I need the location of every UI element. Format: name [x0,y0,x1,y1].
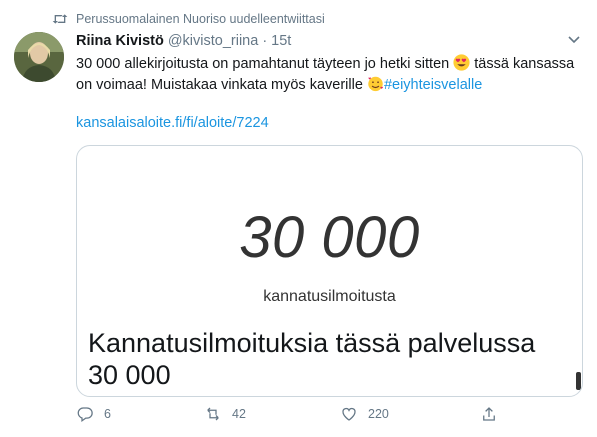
reply-button[interactable]: 6 [76,405,111,423]
avatar[interactable] [14,32,64,82]
tweet-time[interactable]: 15t [271,33,291,49]
separator: · [262,33,268,49]
reply-icon [77,407,93,422]
card-count-label: kannatusilmoitusta [263,288,396,305]
smiling-hearts-emoji-icon [367,75,384,92]
card-signature-count: 30 000 [239,205,420,270]
tweet-actions: 6 42 220 [76,405,581,427]
retweet-icon [207,407,219,421]
tweet-header: Riina Kivistö @kivisto_riina · 15t [76,33,291,49]
author-handle[interactable]: @kivisto_riina [168,33,258,49]
share-icon [483,407,495,421]
card-title-line2: 30 000 [88,360,171,390]
retweet-count: 42 [232,407,246,421]
like-button[interactable]: 220 [340,405,389,423]
heart-icon [342,407,356,421]
heart-eyes-emoji-icon [453,54,470,71]
card-scrollbar[interactable] [576,372,581,390]
card-title-line1: Kannatusilmoituksia tässä palvelussa [88,328,536,358]
reply-count: 6 [104,407,111,421]
tweet-text: 30 000 allekirjoitusta on pamahtanut täy… [76,54,581,96]
retweet-icon [52,12,68,26]
more-options-chevron-down-icon[interactable] [566,33,582,47]
tweet-url-link[interactable]: kansalaisaloite.fi/fi/aloite/7224 [76,115,269,131]
link-preview-card[interactable]: 30 000 kannatusilmoitusta Kannatusilmoit… [76,145,583,397]
share-button[interactable] [480,405,508,423]
retweet-header[interactable]: Perussuomalainen Nuoriso uudelleentwiitt… [52,10,325,28]
retweet-button[interactable]: 42 [204,405,246,423]
tweet-text-part1: 30 000 allekirjoitusta on pamahtanut täy… [76,56,454,72]
card-title: Kannatusilmoituksia tässä palvelussa 30 … [88,327,568,391]
like-count: 220 [368,407,389,421]
retweet-header-text: Perussuomalainen Nuoriso uudelleentwiitt… [76,12,325,26]
author-name[interactable]: Riina Kivistö [76,33,164,49]
hashtag-link[interactable]: #eiyhteisvelalle [384,77,482,93]
